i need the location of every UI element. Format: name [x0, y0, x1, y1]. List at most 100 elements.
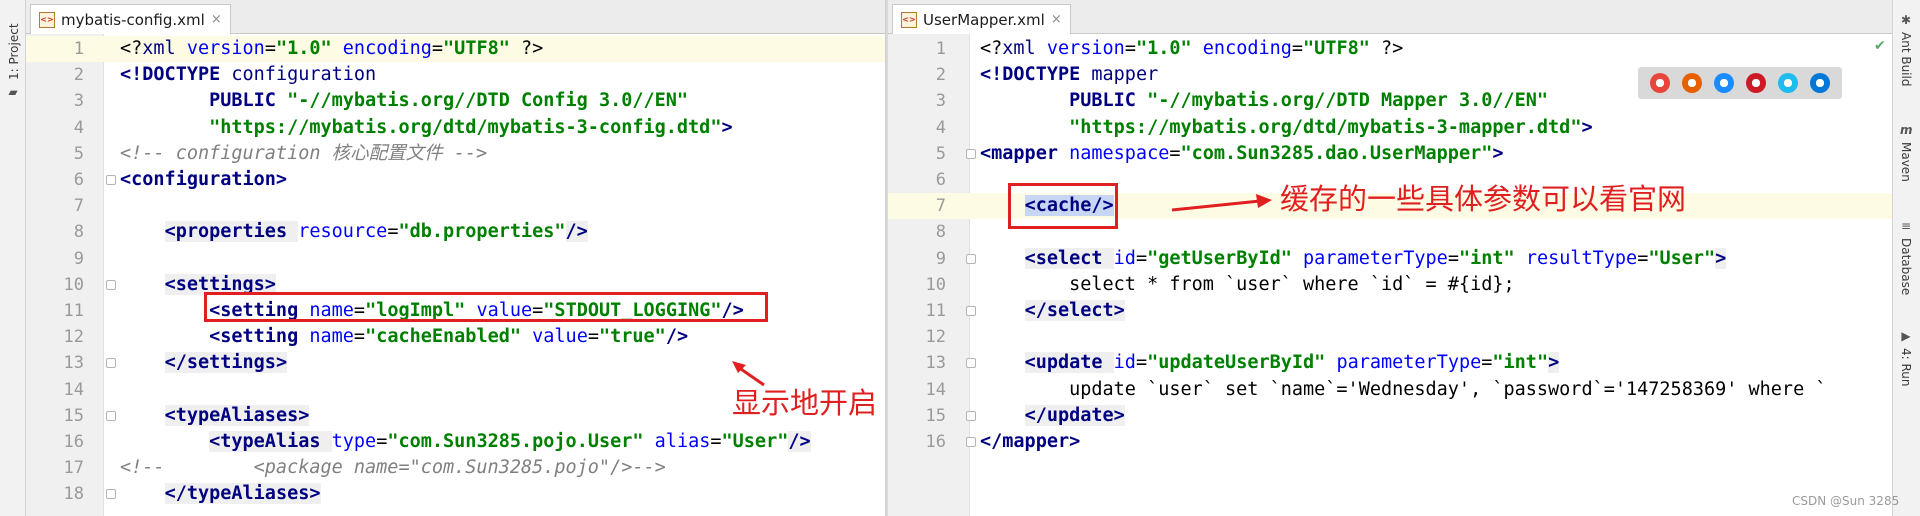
code-line[interactable]: 7 — [26, 193, 885, 219]
fold-marker-icon[interactable] — [106, 175, 116, 185]
fold-marker-icon[interactable] — [966, 358, 976, 369]
code-token: = — [1135, 247, 1148, 269]
edge-icon[interactable] — [1810, 73, 1830, 93]
fold-marker-icon[interactable] — [106, 489, 116, 500]
chrome-icon[interactable] — [1650, 73, 1670, 93]
code-token: "https://mybatis.org/dtd/mybatis-3-mappe… — [1069, 116, 1582, 138]
code-line[interactable]: 1 <?xml version="1.0" encoding="UTF8" ?> — [26, 36, 885, 62]
line-number: 16 — [63, 432, 84, 452]
code-line[interactable]: 9 <select id="getUserById" parameterType… — [888, 246, 1892, 272]
code-text: </settings> — [120, 350, 288, 376]
run-icon: ▶ — [1901, 329, 1911, 343]
opera-icon[interactable] — [1746, 73, 1766, 93]
code-token: "updateUserById" — [1147, 352, 1326, 374]
fold-marker-icon[interactable] — [106, 279, 116, 290]
code-area[interactable]: 1 <?xml version="1.0" encoding="UTF8" ?> 2… — [888, 34, 1892, 516]
safari-icon[interactable] — [1714, 73, 1734, 93]
tab-usermapper[interactable]: <> UserMapper.xml × — [892, 4, 1071, 34]
code-token: /> — [788, 431, 811, 452]
code-line[interactable]: 10 select * from `user` where `id` = #{i… — [888, 272, 1892, 298]
code-line[interactable]: 16 <typeAlias type="com.Sun3285.pojo.Use… — [26, 429, 885, 455]
code-token: = — [1481, 352, 1493, 374]
line-number: 17 — [63, 458, 84, 479]
run-toolwindow-tab[interactable]: 4: Run — [1899, 348, 1913, 387]
fold-marker-icon[interactable] — [966, 148, 976, 159]
code-token: </settings> — [164, 352, 288, 374]
line-number: 13 — [925, 353, 946, 374]
code-text: <typeAlias type="com.Sun3285.pojo.User" … — [120, 429, 811, 455]
code-token: "true" — [598, 326, 666, 348]
code-line[interactable]: 13 <update id="updateUserById" parameter… — [888, 350, 1892, 376]
code-token: "User" — [721, 431, 789, 452]
line-number: 10 — [63, 274, 84, 295]
code-line[interactable]: 8 <properties resource="db.properties"/> — [26, 219, 885, 245]
code-line[interactable]: 16 </mapper> — [888, 429, 1892, 455]
code-line[interactable]: 5 <mapper namespace="com.Sun3285.dao.User… — [888, 141, 1892, 167]
code-token: = — [431, 38, 444, 59]
line-number: 3 — [73, 91, 84, 112]
maven-toolwindow-tab[interactable]: Maven — [1899, 142, 1913, 182]
code-line[interactable]: 14 update `user` set `name`='Wednesday',… — [888, 377, 1892, 403]
code-token: </typeAliases> — [164, 483, 321, 505]
code-line[interactable]: 15 </update> — [888, 403, 1892, 429]
code-line[interactable]: 4 "https://mybatis.org/dtd/mybatis-3-map… — [888, 115, 1892, 141]
line-number: 18 — [63, 484, 84, 505]
code-line[interactable]: 17 <!-- <package name="com.Sun3285.pojo"/… — [26, 455, 885, 481]
code-token: "-//mybatis.org//DTD Mapper 3.0//EN" — [1147, 90, 1549, 112]
line-number: 16 — [925, 432, 946, 452]
fold-marker-icon[interactable] — [106, 358, 116, 369]
line-number: 6 — [73, 170, 84, 190]
code-line[interactable]: 18 </typeAliases> — [26, 481, 885, 507]
code-line[interactable]: 2 <!DOCTYPE configuration — [26, 62, 885, 88]
code-token: resource — [298, 221, 388, 243]
code-line[interactable]: 12 — [888, 324, 1892, 350]
code-line[interactable]: 3 PUBLIC "-//mybatis.org//DTD Config 3.0… — [26, 88, 885, 114]
code-token: <? — [120, 38, 143, 59]
fold-marker-icon[interactable] — [106, 410, 116, 421]
code-token: "1.0" — [1135, 38, 1192, 59]
code-token: <? — [980, 38, 1003, 59]
code-token: <mapper — [980, 142, 1070, 164]
code-area[interactable]: 1 <?xml version="1.0" encoding="UTF8" ?> 2… — [26, 34, 885, 516]
ant-build-toolwindow-tab[interactable]: Ant Build — [1899, 32, 1913, 86]
code-line[interactable]: 1 <?xml version="1.0" encoding="UTF8" ?> — [888, 36, 1892, 62]
database-toolwindow-tab[interactable]: Database — [1899, 238, 1913, 295]
code-line[interactable]: 9 — [26, 246, 885, 272]
code-token: = — [1135, 352, 1148, 374]
code-token: <!-- <package name="com.Sun3285.pojo"/>-… — [120, 457, 666, 479]
line-number: 15 — [63, 405, 84, 426]
fold-marker-icon[interactable] — [966, 253, 976, 264]
fold-marker-icon[interactable] — [966, 306, 976, 316]
code-token: "UTF8" — [1303, 38, 1370, 59]
tab-mybatis-config[interactable]: <> mybatis-config.xml × — [30, 4, 231, 34]
code-line[interactable]: 11 </select> — [888, 298, 1892, 324]
line-number: 1 — [935, 39, 946, 59]
code-line[interactable]: 4 "https://mybatis.org/dtd/mybatis-3-con… — [26, 115, 885, 141]
code-token: = — [1637, 247, 1649, 269]
code-token: ?> — [1369, 38, 1404, 59]
line-number: 11 — [925, 301, 946, 321]
close-icon[interactable]: × — [1051, 12, 1062, 27]
code-token: = — [264, 38, 276, 59]
code-line[interactable]: 5 <!-- configuration 核心配置文件 --> — [26, 141, 885, 167]
code-line[interactable]: 12 <setting name="cacheEnabled" value="t… — [26, 324, 885, 350]
xml-file-icon: <> — [39, 11, 55, 28]
fold-marker-icon[interactable] — [966, 410, 976, 421]
fold-marker-icon[interactable] — [966, 437, 976, 447]
code-line[interactable]: 6 <configuration> — [26, 167, 885, 193]
internet-explorer-icon[interactable] — [1778, 73, 1798, 93]
close-icon[interactable]: × — [211, 12, 222, 27]
firefox-icon[interactable] — [1682, 73, 1702, 93]
code-token: <setting — [209, 326, 310, 348]
code-text: PUBLIC "-//mybatis.org//DTD Mapper 3.0//… — [980, 88, 1548, 114]
project-toolwindow-tab[interactable]: 1: Project — [7, 23, 21, 80]
code-token: /> — [665, 326, 689, 348]
code-token: namespace — [1069, 142, 1170, 164]
line-number: 8 — [935, 222, 946, 243]
